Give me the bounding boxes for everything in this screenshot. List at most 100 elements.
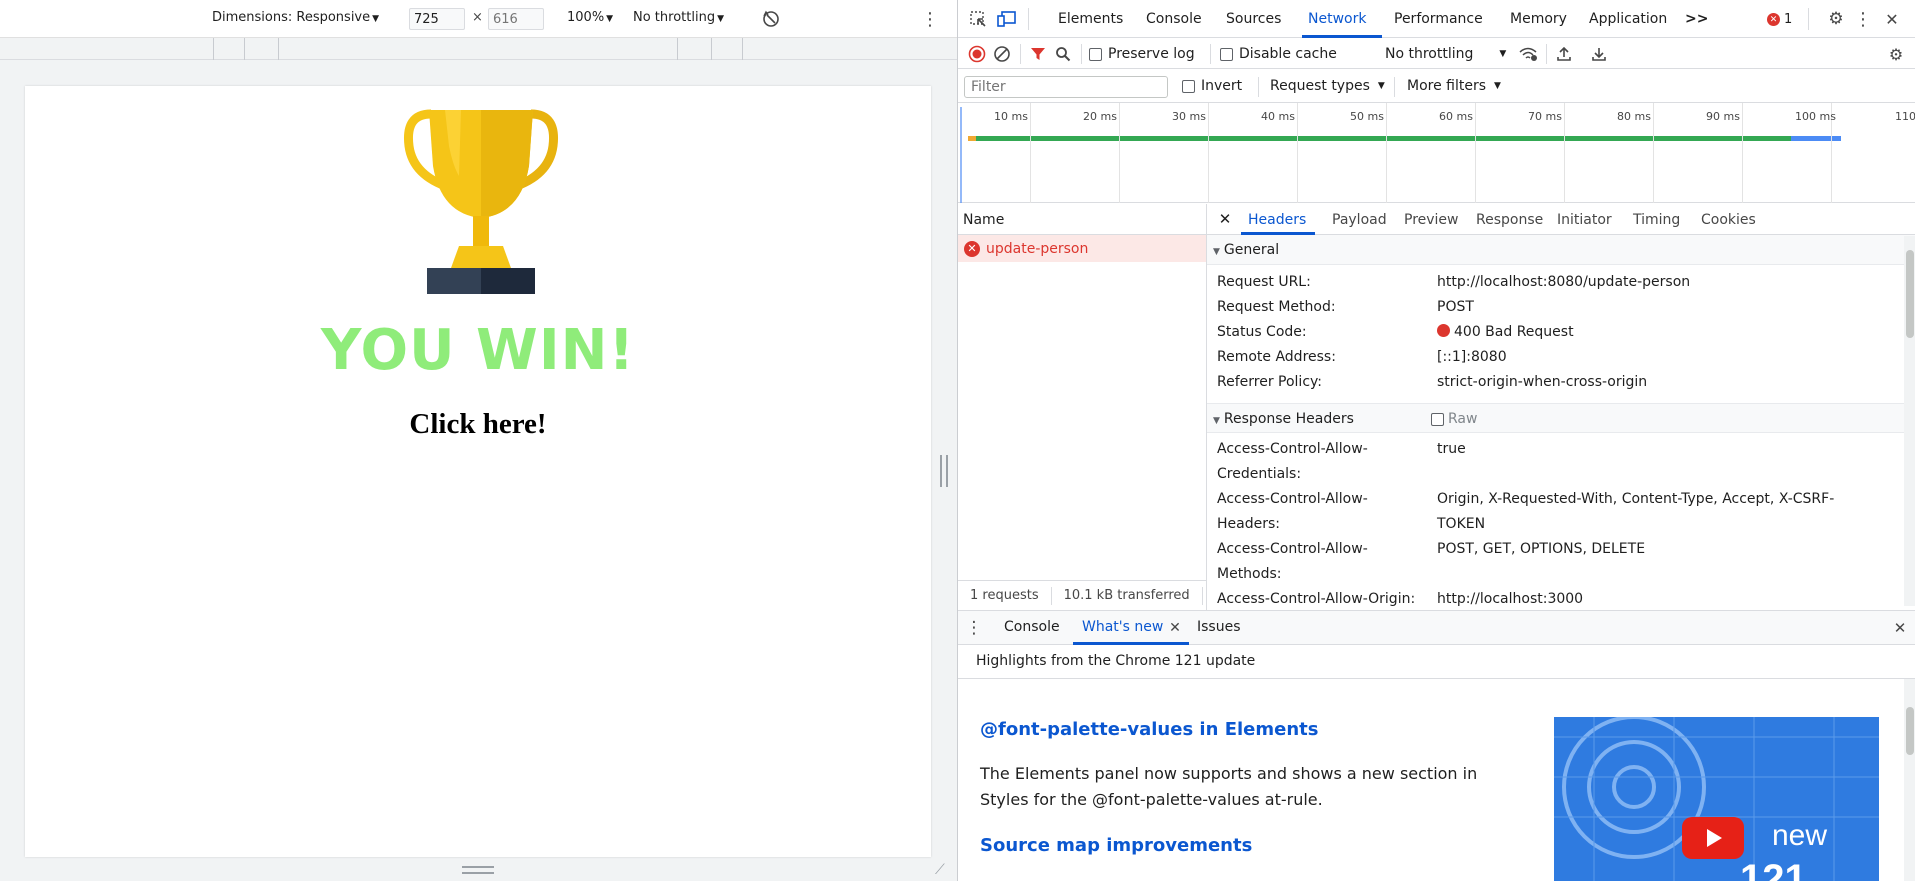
tab-sources[interactable]: Sources xyxy=(1226,11,1281,27)
scrollbar-thumb[interactable] xyxy=(1906,707,1914,755)
play-button-icon[interactable] xyxy=(1682,817,1744,859)
close-detail-icon[interactable]: ✕ xyxy=(1217,210,1233,228)
zoom-dropdown[interactable]: 100% ▼ xyxy=(567,10,613,25)
devtools-main-tabs: Elements Console Sources Network Perform… xyxy=(958,0,1915,38)
import-har-icon[interactable] xyxy=(1555,45,1573,63)
tab-memory[interactable]: Memory xyxy=(1510,11,1567,27)
tab-timing[interactable]: Timing xyxy=(1633,212,1680,228)
timeline-gridline xyxy=(1208,103,1209,203)
tab-network[interactable]: Network xyxy=(1308,11,1366,27)
trophy-image xyxy=(401,106,561,296)
tab-console[interactable]: Console xyxy=(1146,11,1202,27)
search-icon[interactable] xyxy=(1054,45,1072,63)
tab-cookies[interactable]: Cookies xyxy=(1701,212,1756,228)
more-options-icon[interactable]: ⋮ xyxy=(1854,9,1872,30)
timeline-gridline xyxy=(1564,103,1565,203)
device-toggle-icon[interactable] xyxy=(996,9,1018,29)
timeline-gridline xyxy=(1386,103,1387,203)
disable-cache-checkbox[interactable]: Disable cache xyxy=(1220,46,1337,62)
checkbox-icon xyxy=(1220,47,1233,61)
more-tabs-chevron-icon[interactable]: >> xyxy=(1685,11,1708,27)
general-rows: Request URL: http://localhost:8080/update… xyxy=(1207,265,1915,403)
drawer-tabs: ⋮ Console What's new ✕ Issues ✕ xyxy=(958,611,1915,645)
request-row[interactable]: ✕ update-person xyxy=(958,235,1206,262)
expand-triangle-icon: ▼ xyxy=(1213,247,1220,257)
timeline-gridline xyxy=(1030,103,1031,203)
drawer-tab-console[interactable]: Console xyxy=(1004,619,1060,635)
drawer-scrollbar[interactable] xyxy=(1904,679,1915,881)
close-tab-icon[interactable]: ✕ xyxy=(1168,620,1182,636)
status-error-dot-icon xyxy=(1437,324,1450,337)
tab-response[interactable]: Response xyxy=(1476,212,1543,228)
error-count-badge[interactable]: ✕ 1 xyxy=(1767,12,1792,27)
timeline-bar-download xyxy=(1791,136,1841,141)
caret-down-icon: ▼ xyxy=(372,14,380,24)
tab-payload[interactable]: Payload xyxy=(1332,212,1387,228)
network-conditions-icon[interactable] xyxy=(1518,45,1538,63)
tab-headers[interactable]: Headers xyxy=(1248,212,1306,228)
height-input[interactable] xyxy=(488,8,544,30)
more-options-icon[interactable]: ⋮ xyxy=(920,8,940,30)
rotate-icon[interactable] xyxy=(760,8,782,30)
kv-row: Request Method: POST xyxy=(1217,299,1474,315)
inspect-element-icon[interactable] xyxy=(968,9,988,29)
network-toolbar: Preserve log Disable cache No throttling… xyxy=(958,38,1915,69)
timeline-gridline xyxy=(1297,103,1298,203)
network-throttling-dropdown[interactable]: No throttling ▼ xyxy=(1385,46,1506,62)
raw-checkbox[interactable]: Raw xyxy=(1431,411,1477,427)
click-here-link[interactable]: Click here! xyxy=(25,408,931,441)
detail-scrollbar[interactable] xyxy=(1904,236,1915,606)
checkbox-icon xyxy=(1089,47,1102,61)
timeline-tick-label: 80 ms xyxy=(1617,110,1651,123)
drawer-tab-whats-new[interactable]: What's new xyxy=(1082,619,1163,635)
tab-application[interactable]: Application xyxy=(1589,11,1667,27)
corner-resize-icon[interactable]: ⟋ xyxy=(935,862,945,878)
more-filters-dropdown[interactable]: More filters ▼ xyxy=(1407,78,1501,94)
close-devtools-icon[interactable]: ✕ xyxy=(1882,9,1902,29)
close-drawer-icon[interactable]: ✕ xyxy=(1892,619,1908,637)
timeline-tick-label: 70 ms xyxy=(1528,110,1562,123)
preserve-log-checkbox[interactable]: Preserve log xyxy=(1089,46,1195,62)
width-input[interactable] xyxy=(409,8,465,30)
invert-checkbox[interactable]: Invert xyxy=(1182,78,1242,94)
device-throttling-dropdown[interactable]: No throttling ▼ xyxy=(633,10,724,25)
drawer-tab-issues[interactable]: Issues xyxy=(1197,619,1241,635)
filter-funnel-icon[interactable] xyxy=(1029,45,1047,63)
timeline-gridline xyxy=(1475,103,1476,203)
timeline-tick-label: 110 xyxy=(1895,110,1915,123)
horizontal-resize-handle[interactable] xyxy=(940,455,948,487)
request-types-dropdown[interactable]: Request types ▼ xyxy=(1270,78,1385,94)
kv-row: Remote Address: [::1]:8080 xyxy=(1217,349,1507,365)
general-section-header[interactable]: ▼ General xyxy=(1207,235,1915,265)
response-headers-section-header[interactable]: ▼ Response Headers Raw xyxy=(1207,403,1915,433)
name-column-header[interactable]: Name xyxy=(958,204,1206,235)
settings-gear-icon[interactable]: ⚙ xyxy=(1826,9,1846,29)
devtools-panel: Elements Console Sources Network Perform… xyxy=(957,0,1915,881)
timeline-tick-label: 50 ms xyxy=(1350,110,1384,123)
vertical-resize-handle[interactable] xyxy=(462,866,494,874)
whats-new-item-title[interactable]: Source map improvements xyxy=(980,835,1252,856)
caret-down-icon: ▼ xyxy=(1494,81,1501,91)
tab-initiator[interactable]: Initiator xyxy=(1557,212,1612,228)
kv-row: Referrer Policy: strict-origin-when-cross… xyxy=(1217,374,1648,390)
whats-new-item-title[interactable]: @font-palette-values in Elements xyxy=(980,719,1318,740)
scrollbar-thumb[interactable] xyxy=(1906,250,1914,338)
timeline-start-marker xyxy=(960,107,962,203)
timeline-gridline xyxy=(1742,103,1743,203)
clear-icon[interactable] xyxy=(993,45,1011,63)
tab-preview[interactable]: Preview xyxy=(1404,212,1459,228)
video-thumbnail[interactable]: new 121 xyxy=(1554,717,1879,881)
timeline-tick-label: 30 ms xyxy=(1172,110,1206,123)
drawer-menu-icon[interactable]: ⋮ xyxy=(966,618,983,638)
timeline-tick-label: 90 ms xyxy=(1706,110,1740,123)
network-overview-timeline[interactable]: 10 ms 20 ms 30 ms 40 ms 50 ms 60 ms 70 ms 80 ms… xyxy=(958,103,1915,203)
tab-elements[interactable]: Elements xyxy=(1058,11,1123,27)
export-har-icon[interactable] xyxy=(1590,45,1608,63)
dimensions-dropdown[interactable]: Dimensions: Responsive ▼ xyxy=(212,10,379,25)
tab-performance[interactable]: Performance xyxy=(1394,11,1483,27)
record-stop-icon[interactable] xyxy=(968,45,986,63)
network-settings-gear-icon[interactable]: ⚙ xyxy=(1886,45,1906,64)
device-toolbar: Dimensions: Responsive▼ × 100%▼ No throt… xyxy=(0,0,957,38)
filter-input[interactable] xyxy=(964,76,1168,98)
request-detail-pane: ✕ Headers Payload Preview Response Initi… xyxy=(1207,204,1915,610)
